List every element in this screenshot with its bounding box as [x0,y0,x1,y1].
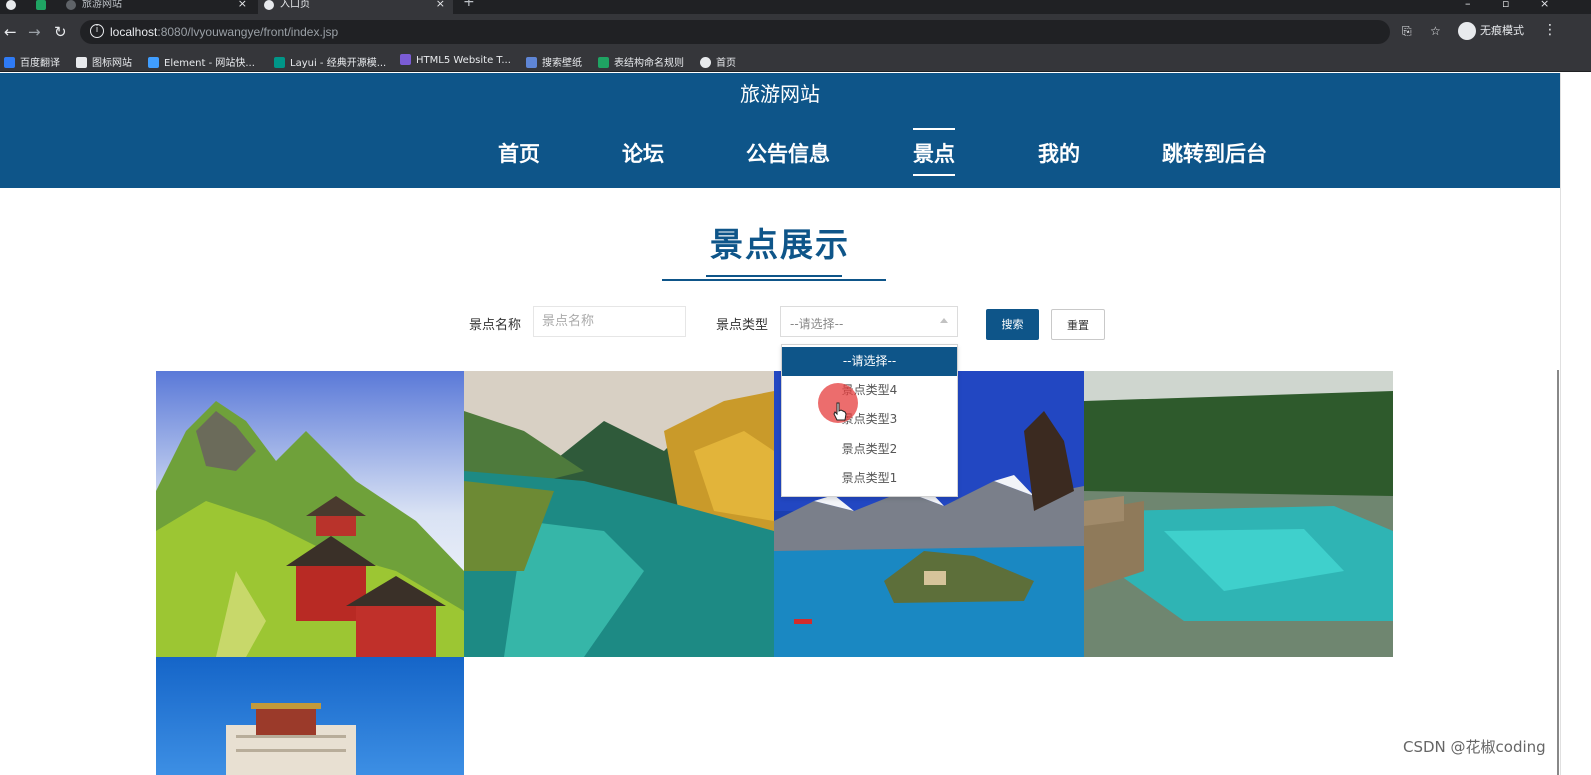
sheet-icon [598,57,609,68]
turquoise-pool-photo [1084,371,1393,657]
bookmark-item[interactable]: HTML5 Website T... [400,54,511,66]
url-text: localhost:8080/lvyouwangye/front/index.j… [110,25,338,39]
back-icon[interactable]: ← [4,23,17,41]
caret-up-icon [940,318,948,323]
reset-button[interactable]: 重置 [1051,309,1105,340]
html5-icon [400,54,411,65]
info-icon[interactable]: i [90,24,104,38]
layui-icon [274,57,285,68]
bookmark-item[interactable]: Layui - 经典开源模... [274,54,386,69]
name-filter-label: 景点名称 [469,318,522,333]
site-title: 旅游网站 [740,82,820,106]
wallpaper-icon [526,57,537,68]
reload-icon[interactable]: ↻ [54,23,67,41]
pinned-tab[interactable] [30,0,56,14]
more-menu-icon[interactable]: ⋮ [1543,22,1557,38]
nav-notices[interactable]: 公告信息 [746,138,830,168]
page-scrollbar-track[interactable] [1560,73,1591,775]
type-option-3[interactable]: 景点类型3 [782,405,957,434]
type-select-value: --请选择-- [790,317,844,331]
url-host: localhost [110,25,158,39]
new-tab-button[interactable]: + [463,0,483,11]
translate-icon[interactable]: ⎘ [1402,24,1412,39]
attraction-card[interactable] [156,657,464,775]
section-title: 景点展示 [710,225,850,264]
watermark-text: CSDN @花椒coding [1403,738,1546,756]
bookmark-label: Element - 网站快... [164,58,255,69]
tab-close-icon[interactable]: × [238,0,247,9]
bookmarks-bar: 百度翻译 图标网站 Element - 网站快... Layui - 经典开源模… [0,50,1591,72]
type-select[interactable]: --请选择-- [780,306,958,337]
type-option-1[interactable]: 景点类型1 [782,464,957,493]
bookmark-label: 表结构命名规则 [614,58,684,69]
bookmark-label: 百度翻译 [20,58,60,69]
nav-attractions[interactable]: 景点 [913,128,955,176]
title-underline [662,279,886,281]
type-dropdown-menu: --请选择-- 景点类型4 景点类型3 景点类型2 景点类型1 [781,344,958,497]
globe-icon [700,57,711,68]
close-window-icon[interactable]: × [1540,0,1549,10]
mountain-temple-photo [156,371,464,657]
bookmark-label: 图标网站 [92,58,132,69]
bookmark-label: HTML5 Website T... [416,55,511,66]
attraction-card[interactable] [1084,371,1393,657]
bookmark-star-icon[interactable]: ☆ [1430,24,1441,38]
type-filter-label: 景点类型 [716,318,769,333]
tab-close-icon[interactable]: × [436,0,445,9]
tab-title: 入口页 [280,0,310,10]
element-icon [148,57,159,68]
palace-photo [156,657,464,775]
bookmark-item[interactable]: 搜索壁纸 [526,54,582,69]
bookmark-item[interactable]: 表结构命名规则 [598,54,684,69]
site-header: 旅游网站 首页 论坛 公告信息 景点 我的 跳转到后台 [0,73,1560,188]
url-field[interactable]: i localhost:8080/lvyouwangye/front/index… [80,20,1441,44]
incognito-icon [1458,22,1476,40]
type-option-please-select[interactable]: --请选择-- [782,347,957,376]
address-bar: ← → ↻ i localhost:8080/lvyouwangye/front… [0,14,1591,50]
nav-forum[interactable]: 论坛 [622,138,664,168]
restore-icon[interactable]: ▫ [1502,0,1509,10]
bookmark-icon [4,57,15,68]
attraction-card[interactable] [464,371,774,657]
bookmark-label: 首页 [716,58,736,69]
bookmark-item[interactable]: 图标网站 [76,54,132,69]
bookmark-item[interactable]: 百度翻译 [4,54,60,69]
incognito-indicator[interactable]: 无痕模式 [1458,22,1524,40]
tab-title: 旅游网站 [82,0,122,10]
type-option-4[interactable]: 景点类型4 [782,376,957,405]
url-path: :8080/lvyouwangye/front/index.jsp [157,25,339,39]
page-scrollbar-thumb[interactable] [1557,370,1559,775]
hand-cursor-icon [833,402,847,421]
nav-admin[interactable]: 跳转到后台 [1162,138,1267,168]
type-option-2[interactable]: 景点类型2 [782,435,957,464]
attraction-card[interactable] [156,371,464,657]
incognito-label: 无痕模式 [1480,24,1524,37]
title-underline [706,275,842,277]
bookmark-item[interactable]: Element - 网站快... [148,54,255,69]
browser-menu-icon[interactable] [0,0,30,14]
search-button[interactable]: 搜索 [986,309,1039,340]
nav-home[interactable]: 首页 [498,138,540,168]
minimize-icon[interactable]: – [1465,0,1471,10]
autumn-lake-photo [464,371,774,657]
name-search-input[interactable] [533,306,686,337]
flag-icon [76,57,87,68]
tab-entry-page[interactable]: 入口页 × [258,0,453,14]
browser-tab-bar: 旅游网站 × 入口页 × + – ▫ × [0,0,1591,14]
main-nav: 首页 论坛 公告信息 景点 我的 跳转到后台 [0,128,1560,188]
tab-travel-site[interactable]: 旅游网站 × [60,0,255,14]
forward-icon[interactable]: → [28,23,41,41]
nav-mine[interactable]: 我的 [1038,138,1080,168]
bookmark-label: Layui - 经典开源模... [290,58,387,69]
bookmark-item[interactable]: 首页 [700,54,736,69]
bookmark-label: 搜索壁纸 [542,58,582,69]
